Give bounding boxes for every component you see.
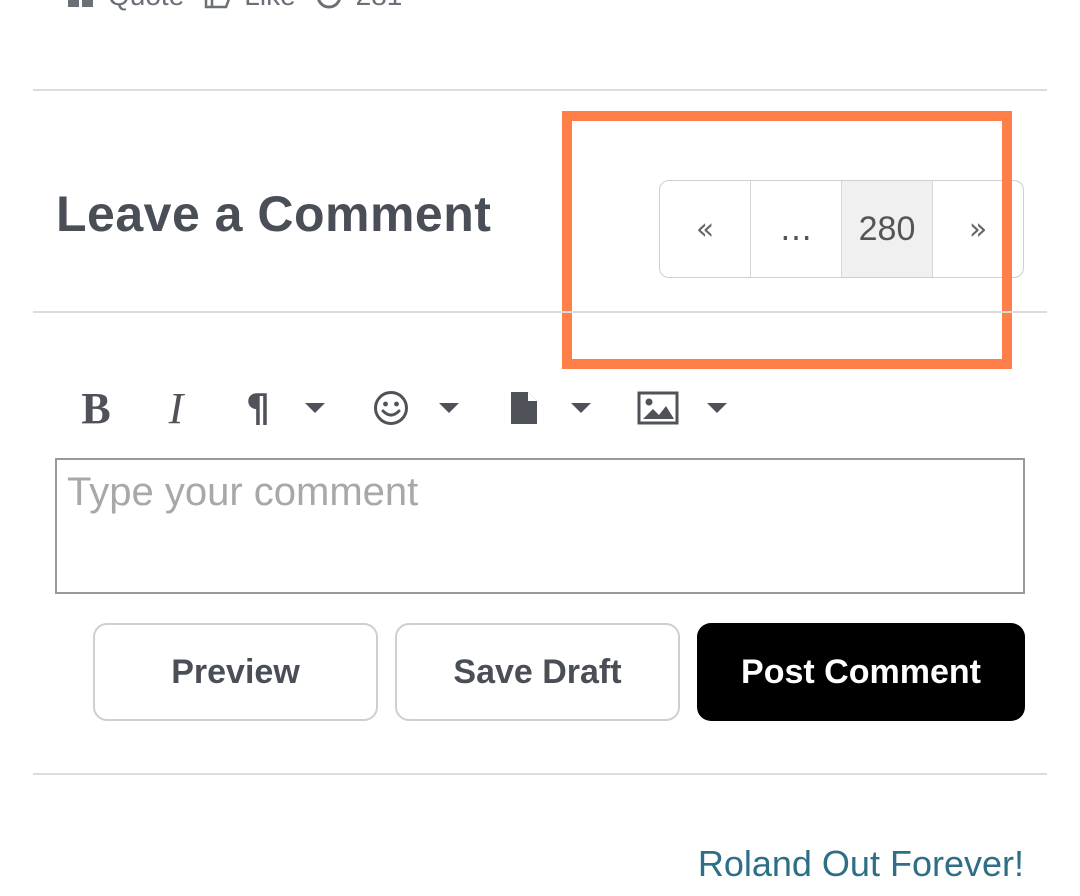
views-count: 281 xyxy=(314,0,403,12)
editor-toolbar: B I ¶ xyxy=(0,380,1080,436)
post-actions-row: Quote Like 281 xyxy=(66,0,402,16)
chevron-down-icon xyxy=(707,403,727,413)
eye-icon xyxy=(316,0,341,9)
emoji-icon xyxy=(374,391,408,425)
bold-button[interactable]: B xyxy=(76,380,116,436)
emoji-button[interactable] xyxy=(370,380,412,436)
quote-action[interactable]: Quote xyxy=(66,0,184,12)
image-icon xyxy=(637,391,679,425)
like-action[interactable]: Like xyxy=(202,0,296,12)
chevron-down-icon xyxy=(305,403,325,413)
italic-icon: I xyxy=(168,383,184,433)
divider-top xyxy=(33,89,1047,91)
comment-section-heading: Leave a Comment xyxy=(56,186,492,242)
chevron-down-icon xyxy=(439,403,459,413)
italic-button[interactable]: I xyxy=(158,380,194,436)
image-button[interactable] xyxy=(635,380,681,436)
bold-icon: B xyxy=(81,383,111,433)
comment-input[interactable] xyxy=(55,458,1025,594)
chevron-down-icon xyxy=(571,403,591,413)
file-icon xyxy=(511,392,537,424)
divider-bottom xyxy=(33,773,1047,775)
preview-button[interactable]: Preview xyxy=(93,623,378,721)
file-button[interactable] xyxy=(506,380,542,436)
next-post-link[interactable]: Roland Out Forever! xyxy=(698,843,1024,885)
emoji-dropdown[interactable] xyxy=(437,380,461,436)
divider-middle xyxy=(33,311,1047,313)
save-draft-button[interactable]: Save Draft xyxy=(395,623,680,721)
quote-label: Quote xyxy=(108,0,184,12)
like-icon xyxy=(205,0,231,9)
like-label: Like xyxy=(244,0,295,12)
views-count-label: 281 xyxy=(356,0,403,12)
paragraph-dropdown[interactable] xyxy=(303,380,327,436)
paragraph-icon: ¶ xyxy=(245,386,271,430)
post-comment-button[interactable]: Post Comment xyxy=(697,623,1025,721)
paragraph-button[interactable]: ¶ xyxy=(238,380,278,436)
highlight-box xyxy=(562,111,1012,369)
quote-icon xyxy=(68,0,93,7)
file-dropdown[interactable] xyxy=(569,380,593,436)
image-dropdown[interactable] xyxy=(705,380,729,436)
